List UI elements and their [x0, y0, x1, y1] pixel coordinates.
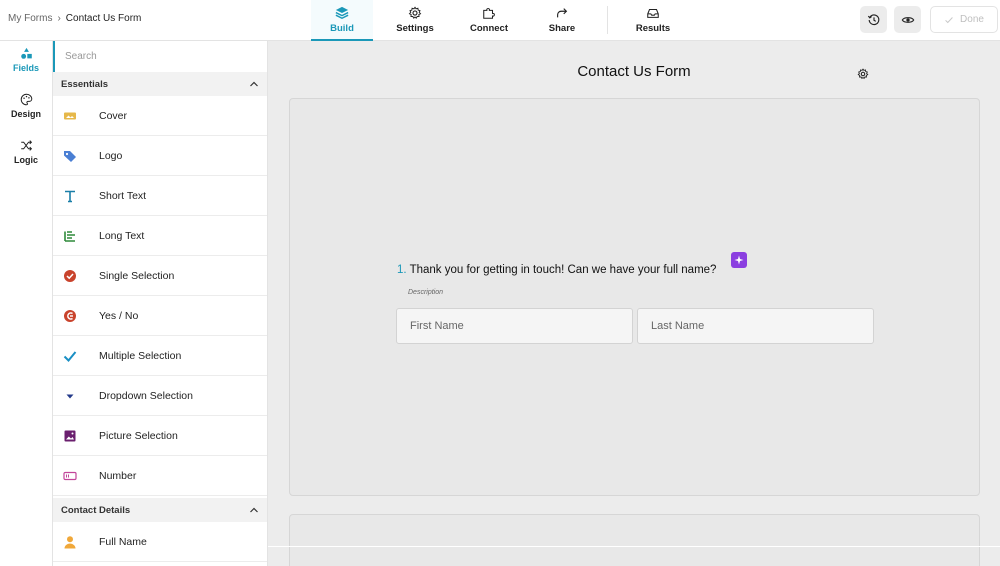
gear-icon	[408, 6, 422, 19]
ai-assist-button[interactable]	[731, 252, 747, 268]
element-number[interactable]: Number	[53, 456, 267, 496]
element-long-text[interactable]: Long Text	[53, 216, 267, 256]
form-title: Contact Us Form	[577, 63, 691, 80]
eye-icon	[901, 16, 914, 23]
text-t-icon	[63, 189, 77, 203]
element-short-text-label: Short Text	[99, 189, 147, 202]
question-title[interactable]: 1. Thank you for getting in touch! Can w…	[397, 264, 716, 276]
element-cover-label: Cover	[99, 109, 128, 122]
person-icon	[63, 535, 77, 549]
tab-build-label: Build	[330, 23, 354, 34]
tab-results[interactable]: Results	[631, 0, 675, 40]
inbox-icon	[647, 8, 659, 18]
breadcrumb-separator: ›	[57, 13, 61, 24]
question-text: Thank you for getting in touch! Can we h…	[409, 264, 717, 276]
tab-share[interactable]: Share	[541, 0, 583, 40]
element-multiple-selection-label: Multiple Selection	[99, 349, 182, 362]
element-logo[interactable]: Logo	[53, 136, 267, 176]
element-number-label: Number	[99, 469, 137, 482]
first-name-field[interactable]: First Name	[396, 308, 633, 344]
rail-item-fields[interactable]: Fields	[0, 47, 52, 73]
checkmark-icon	[63, 349, 77, 363]
question-description[interactable]: Description	[408, 289, 443, 296]
tab-settings[interactable]: Settings	[391, 0, 439, 40]
radio-check-icon	[63, 269, 77, 283]
question-number: 1.	[397, 264, 407, 276]
question-card[interactable]: 1. Thank you for getting in touch! Can w…	[289, 98, 980, 496]
elements-panel: Essentials Cover Logo Short Text Long Te…	[53, 41, 268, 566]
tab-build[interactable]: Build	[311, 0, 373, 41]
breadcrumb-current: Contact Us Form	[65, 13, 142, 24]
rail-fields-label: Fields	[12, 63, 39, 73]
picture-icon	[63, 429, 77, 443]
chevron-up-icon	[250, 81, 258, 87]
first-name-placeholder: First Name	[410, 320, 464, 332]
element-yes-no-label: Yes / No	[99, 309, 139, 322]
gear-icon[interactable]	[857, 68, 869, 80]
number-icon	[63, 469, 77, 483]
last-name-field[interactable]: Last Name	[637, 308, 874, 344]
element-dropdown-selection-label: Dropdown Selection	[99, 389, 193, 402]
shapes-icon	[20, 47, 32, 59]
tab-connect-label: Connect	[470, 23, 508, 34]
long-text-icon	[63, 229, 77, 243]
history-button[interactable]	[860, 6, 887, 33]
history-icon	[867, 13, 879, 25]
puzzle-icon	[483, 7, 495, 19]
canvas-divider	[268, 546, 1000, 547]
yes-no-icon	[63, 309, 77, 323]
element-logo-label: Logo	[99, 149, 123, 162]
top-bar: My Forms › Contact Us Form Build Setting…	[0, 0, 1000, 41]
element-full-name-label: Full Name	[99, 535, 147, 548]
form-canvas: Contact Us Form 1. Thank you for getting…	[268, 41, 1000, 566]
left-rail: Fields Design Logic	[0, 41, 53, 566]
palette-icon	[20, 93, 32, 106]
tag-icon	[63, 149, 77, 163]
next-question-card[interactable]	[289, 514, 980, 566]
tab-connect[interactable]: Connect	[464, 0, 514, 40]
element-long-text-label: Long Text	[99, 229, 145, 242]
breadcrumb-my-forms[interactable]: My Forms	[8, 13, 52, 24]
element-dropdown-selection[interactable]: Dropdown Selection	[53, 376, 267, 416]
breadcrumb: My Forms › Contact Us Form	[8, 13, 141, 24]
rail-logic-label: Logic	[14, 155, 38, 165]
done-button[interactable]: Done	[930, 6, 998, 33]
dropdown-caret-icon	[63, 389, 77, 403]
rail-item-logic[interactable]: Logic	[0, 139, 52, 165]
search-box	[53, 41, 267, 72]
shuffle-icon	[20, 140, 32, 151]
section-essentials-title: Essentials	[61, 78, 108, 90]
element-short-text[interactable]: Short Text	[53, 176, 267, 216]
tab-share-label: Share	[548, 23, 576, 34]
share-arrow-icon	[557, 8, 568, 18]
done-label: Done	[960, 14, 984, 25]
element-picture-selection[interactable]: Picture Selection	[53, 416, 267, 456]
element-full-name[interactable]: Full Name	[53, 522, 267, 562]
element-yes-no[interactable]: Yes / No	[53, 296, 267, 336]
element-single-selection-label: Single Selection	[99, 269, 175, 282]
section-essentials[interactable]: Essentials	[53, 72, 267, 96]
element-cover[interactable]: Cover	[53, 96, 267, 136]
element-picture-selection-label: Picture Selection	[99, 429, 178, 442]
check-icon	[945, 16, 953, 23]
preview-button[interactable]	[894, 6, 921, 33]
section-contact-details[interactable]: Contact Details	[53, 498, 267, 522]
sparkle-icon	[734, 255, 744, 265]
tab-results-label: Results	[635, 23, 671, 34]
search-input[interactable]	[65, 51, 255, 62]
cover-image-icon	[63, 109, 77, 123]
last-name-placeholder: Last Name	[651, 320, 705, 332]
element-single-selection[interactable]: Single Selection	[53, 256, 267, 296]
rail-item-design[interactable]: Design	[0, 93, 52, 119]
nav-divider	[607, 6, 608, 34]
element-multiple-selection[interactable]: Multiple Selection	[53, 336, 267, 376]
layers-icon	[335, 6, 349, 20]
tab-settings-label: Settings	[396, 23, 434, 34]
section-contact-details-title: Contact Details	[61, 504, 131, 516]
chevron-up-icon	[250, 507, 258, 513]
rail-design-label: Design	[10, 109, 41, 119]
